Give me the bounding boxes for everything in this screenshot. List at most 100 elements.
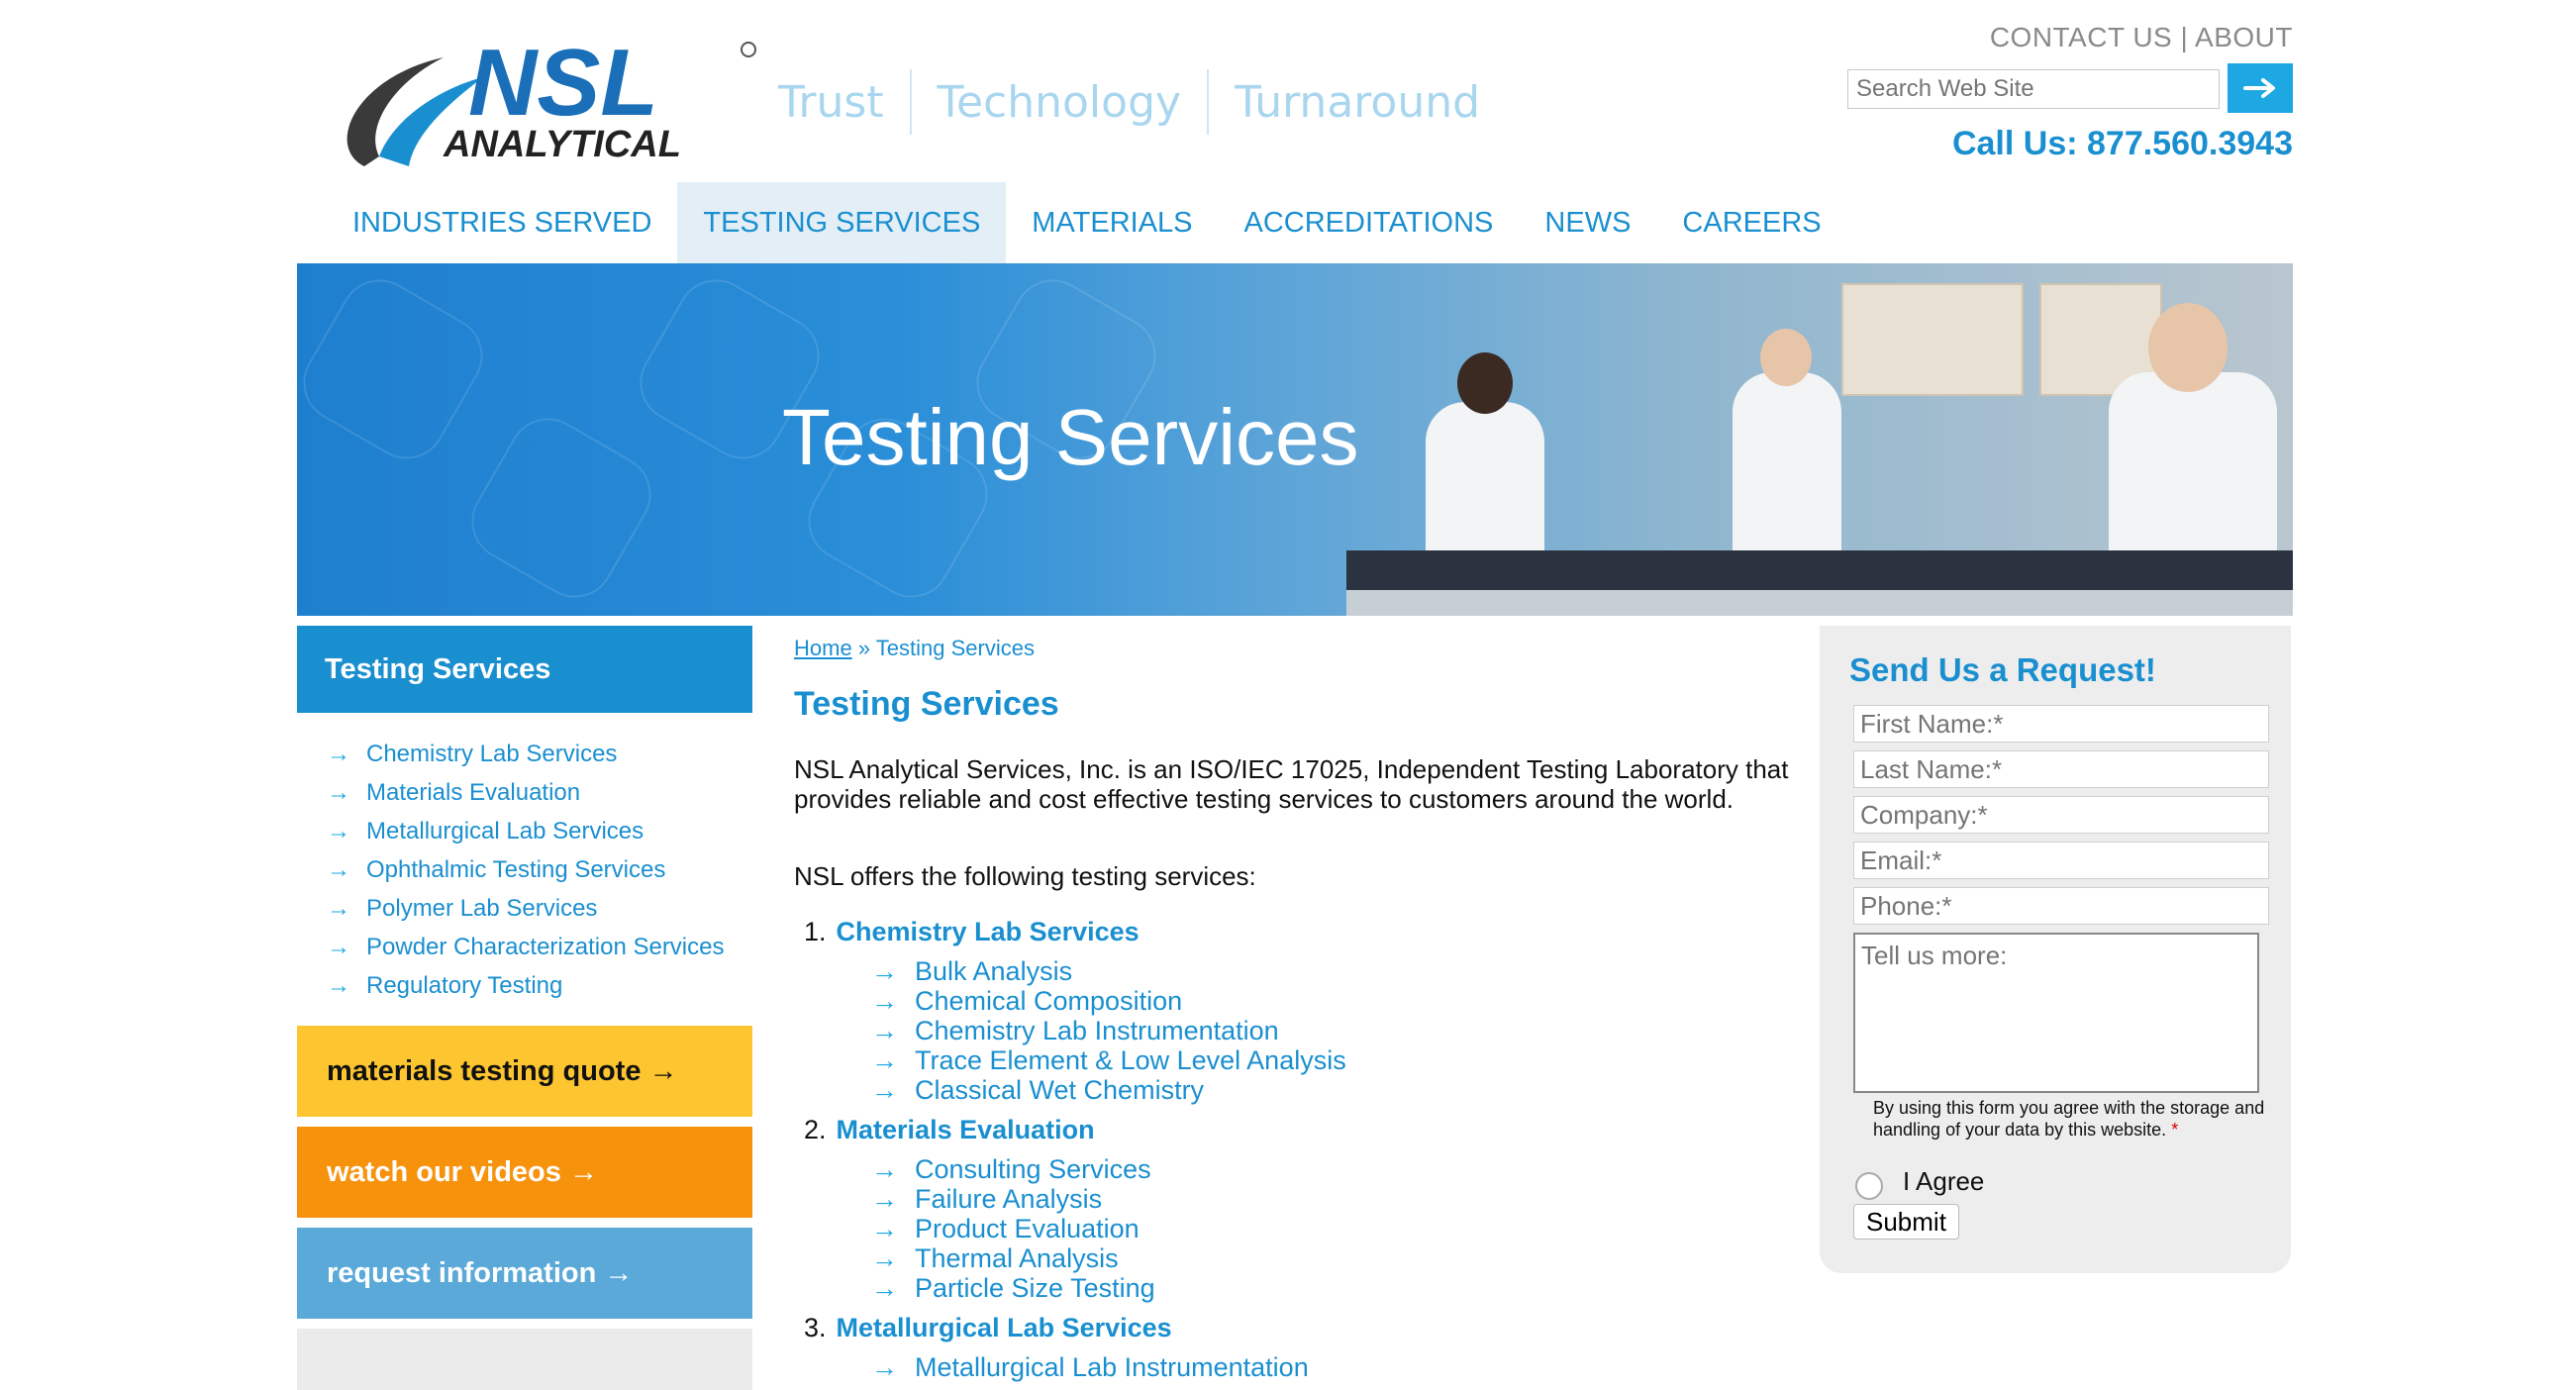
required-mark: * — [2171, 1120, 2179, 1140]
sub-service-link[interactable]: → Product Evaluation — [871, 1214, 1139, 1244]
nav-industries-served[interactable]: INDUSTRIES SERVED — [327, 182, 677, 263]
top-links: CONTACT US | ABOUT — [1990, 22, 2293, 53]
arrow-right-icon: → — [871, 986, 898, 1016]
tagline-divider — [909, 69, 912, 135]
call-us-phone[interactable]: Call Us: 877.560.3943 — [1952, 125, 2293, 163]
lab-scientist-image — [1733, 372, 1841, 560]
offers-text: NSL offers the following testing service… — [794, 861, 1256, 891]
tagline-turnaround: Turnaround — [1235, 76, 1481, 128]
watch-videos-button[interactable]: watch our videos → — [297, 1127, 752, 1218]
sub-service-label: Product Evaluation — [915, 1214, 1139, 1243]
page-title: Testing Services — [794, 685, 1059, 723]
message-field[interactable] — [1853, 933, 2259, 1093]
arrow-right-icon: → — [871, 1184, 898, 1214]
search-input[interactable] — [1847, 69, 2220, 109]
materials-testing-quote-button[interactable]: materials testing quote → — [297, 1026, 752, 1117]
nav-accreditations[interactable]: ACCREDITATIONS — [1219, 182, 1520, 263]
sidebar-heading[interactable]: Testing Services — [297, 626, 752, 713]
sidebar-item-regulatory-testing[interactable]: → Regulatory Testing — [327, 966, 725, 1005]
sub-service-link[interactable]: → Consulting Services — [871, 1154, 1151, 1185]
service-link-chemistry-lab[interactable]: Chemistry Lab Services — [837, 917, 1139, 946]
search-submit-button[interactable] — [2228, 63, 2293, 113]
company-field[interactable] — [1853, 796, 2269, 834]
breadcrumb-separator: » — [857, 636, 871, 660]
sub-service-link[interactable]: → Thermal Analysis — [871, 1243, 1119, 1274]
hero-hex-shape — [297, 264, 498, 474]
service-link-materials-evaluation[interactable]: Materials Evaluation — [837, 1115, 1095, 1144]
main-nav: INDUSTRIES SERVED TESTING SERVICES MATER… — [327, 182, 1847, 263]
nav-materials[interactable]: MATERIALS — [1006, 182, 1218, 263]
sidebar-item-metallurgical-lab[interactable]: → Metallurgical Lab Services — [327, 812, 725, 850]
sidebar-item-label: Powder Characterization Services — [366, 933, 725, 960]
lab-scientist-image — [1426, 402, 1544, 570]
lab-scientist-head — [2148, 303, 2228, 392]
service-item: 2. Materials Evaluation — [804, 1115, 1095, 1145]
service-number: 1. — [804, 917, 827, 946]
sidebar-list: → Chemistry Lab Services → Materials Evalu… — [327, 735, 725, 1005]
arrow-right-icon: → — [327, 894, 350, 922]
sidebar-item-label: Regulatory Testing — [366, 971, 563, 999]
arrow-right-icon: → — [327, 933, 350, 960]
arrow-right-icon — [2243, 78, 2275, 98]
request-form-title: Send Us a Request! — [1849, 651, 2156, 688]
sub-service-label: Chemistry Lab Instrumentation — [915, 1016, 1279, 1045]
sub-service-label: Bulk Analysis — [915, 956, 1073, 986]
sub-service-label: Consulting Services — [915, 1154, 1151, 1184]
service-item: 3. Metallurgical Lab Services — [804, 1313, 1172, 1343]
sub-service-link[interactable]: → Trace Element & Low Level Analysis — [871, 1045, 1346, 1076]
sidebar-item-materials-evaluation[interactable]: → Materials Evaluation — [327, 773, 725, 812]
sub-service-label: Classical Wet Chemistry — [915, 1075, 1205, 1105]
sidebar-item-label: Chemistry Lab Services — [366, 740, 618, 767]
breadcrumb-home-link[interactable]: Home — [794, 636, 852, 660]
lab-bench-image — [1346, 590, 2293, 616]
nav-careers[interactable]: CAREERS — [1656, 182, 1846, 263]
last-name-field[interactable] — [1853, 750, 2269, 788]
about-link[interactable]: ABOUT — [2195, 22, 2293, 52]
top-links-separator: | — [2180, 22, 2189, 52]
sub-service-link[interactable]: → Particle Size Testing — [871, 1273, 1155, 1304]
breadcrumb-current: Testing Services — [875, 636, 1035, 660]
agree-label: I Agree — [1903, 1166, 1985, 1196]
logo-nsl-text: NSL — [468, 38, 658, 136]
phone-field[interactable] — [1853, 887, 2269, 925]
hero-hex-shape — [456, 403, 666, 613]
sub-service-link[interactable]: → Failure Analysis — [871, 1184, 1102, 1215]
email-field[interactable] — [1853, 842, 2269, 879]
first-name-field[interactable] — [1853, 705, 2269, 743]
nav-news[interactable]: NEWS — [1519, 182, 1656, 263]
arrow-right-icon: → — [871, 1016, 898, 1045]
sidebar-item-chemistry-lab[interactable]: → Chemistry Lab Services — [327, 735, 725, 773]
sub-service-link[interactable]: → Chemistry Lab Instrumentation — [871, 1016, 1279, 1046]
contact-us-link[interactable]: CONTACT US — [1990, 22, 2172, 52]
submit-button[interactable]: Submit — [1853, 1204, 1959, 1240]
intro-paragraph: NSL Analytical Services, Inc. is an ISO/… — [794, 754, 1789, 814]
lab-cabinet-image — [1841, 283, 2024, 396]
sub-service-label: Particle Size Testing — [915, 1273, 1155, 1303]
sub-service-label: Chemical Composition — [915, 986, 1183, 1016]
nav-testing-services[interactable]: TESTING SERVICES — [677, 182, 1007, 263]
arrow-right-icon: → — [871, 1243, 898, 1273]
agree-radio[interactable] — [1855, 1172, 1883, 1200]
tagline-trust: Trust — [778, 76, 884, 128]
sub-service-link[interactable]: → Classical Wet Chemistry — [871, 1075, 1204, 1106]
arrow-right-icon: → — [871, 956, 898, 986]
sidebar-item-powder-characterization[interactable]: → Powder Characterization Services — [327, 928, 725, 966]
arrow-right-icon: → — [327, 855, 350, 883]
sub-service-link[interactable]: → Chemical Composition — [871, 986, 1182, 1017]
service-link-metallurgical-lab[interactable]: Metallurgical Lab Services — [837, 1313, 1172, 1342]
nsl-logo[interactable]: NSL ANALYTICAL — [335, 30, 770, 178]
tagline-technology: Technology — [937, 76, 1182, 128]
hero-title: Testing Services — [782, 393, 1359, 481]
arrow-right-icon: → — [327, 817, 350, 844]
sub-service-label: Metallurgical Lab Instrumentation — [915, 1352, 1309, 1382]
sidebar-item-label: Materials Evaluation — [366, 778, 581, 806]
sidebar-item-ophthalmic-testing[interactable]: → Ophthalmic Testing Services — [327, 850, 725, 889]
sub-service-link[interactable]: → Bulk Analysis — [871, 956, 1072, 987]
service-number: 2. — [804, 1115, 827, 1144]
arrow-right-icon: → — [327, 740, 350, 767]
arrow-right-icon: → — [871, 1352, 898, 1382]
arrow-right-icon: → — [871, 1273, 898, 1303]
request-information-button[interactable]: request information → — [297, 1228, 752, 1319]
sub-service-link[interactable]: → Metallurgical Lab Instrumentation — [871, 1352, 1309, 1383]
sidebar-item-polymer-lab[interactable]: → Polymer Lab Services — [327, 889, 725, 928]
